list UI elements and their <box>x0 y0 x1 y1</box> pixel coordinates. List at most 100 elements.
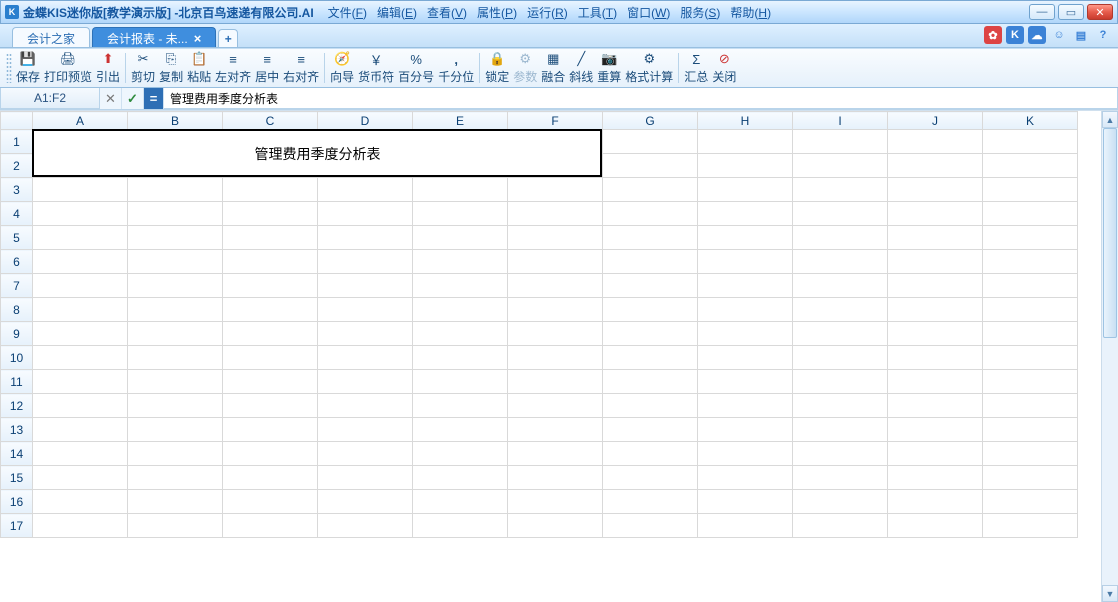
menu-item[interactable]: 服务(S) <box>676 2 724 23</box>
cell[interactable] <box>888 490 983 514</box>
cell[interactable] <box>223 490 318 514</box>
cell[interactable] <box>698 154 793 178</box>
select-all-corner[interactable] <box>1 112 33 130</box>
cell[interactable] <box>128 514 223 538</box>
column-header[interactable]: A <box>33 112 128 130</box>
cell[interactable] <box>698 466 793 490</box>
badge-icon[interactable]: ✿ <box>984 26 1002 44</box>
menu-item[interactable]: 属性(P) <box>473 2 521 23</box>
cell[interactable] <box>33 346 128 370</box>
row-header[interactable]: 6 <box>1 250 33 274</box>
cell[interactable] <box>698 418 793 442</box>
cell[interactable] <box>603 274 698 298</box>
cell[interactable] <box>983 130 1078 154</box>
row-header[interactable]: 8 <box>1 298 33 322</box>
cell[interactable] <box>413 298 508 322</box>
cell[interactable] <box>318 298 413 322</box>
percent-button[interactable]: %百分号 <box>396 49 436 87</box>
cut-button[interactable]: ✂剪切 <box>129 49 157 87</box>
params-button[interactable]: ⚙参数 <box>511 49 539 87</box>
close-button[interactable]: ✕ <box>1087 4 1113 20</box>
cell[interactable] <box>128 250 223 274</box>
cell[interactable] <box>983 466 1078 490</box>
cell[interactable] <box>128 322 223 346</box>
column-header[interactable]: F <box>508 112 603 130</box>
column-header[interactable]: B <box>128 112 223 130</box>
column-header[interactable]: G <box>603 112 698 130</box>
scroll-down-button[interactable]: ▼ <box>1102 585 1118 602</box>
cell[interactable] <box>603 226 698 250</box>
help-icon[interactable]: ? <box>1094 26 1112 44</box>
close-report-button[interactable]: ⊘关闭 <box>710 49 738 87</box>
cell[interactable] <box>318 178 413 202</box>
cell[interactable] <box>508 370 603 394</box>
row-header[interactable]: 12 <box>1 394 33 418</box>
align-left-button[interactable]: ≡左对齐 <box>213 49 253 87</box>
cell[interactable] <box>508 250 603 274</box>
cell[interactable] <box>793 370 888 394</box>
cell[interactable] <box>318 418 413 442</box>
column-header[interactable]: C <box>223 112 318 130</box>
cell[interactable] <box>413 394 508 418</box>
badge-icon[interactable]: K <box>1006 26 1024 44</box>
tab-close-icon[interactable]: × <box>194 32 202 45</box>
cell[interactable] <box>603 250 698 274</box>
cell[interactable] <box>128 370 223 394</box>
cell[interactable] <box>793 322 888 346</box>
menu-item[interactable]: 工具(T) <box>574 2 621 23</box>
cell[interactable] <box>413 370 508 394</box>
cell[interactable] <box>698 346 793 370</box>
cell[interactable] <box>223 250 318 274</box>
format-calc-button[interactable]: ⚙格式计算 <box>623 49 675 87</box>
cell[interactable] <box>698 442 793 466</box>
cell[interactable] <box>603 370 698 394</box>
cell[interactable] <box>508 178 603 202</box>
row-header[interactable]: 9 <box>1 322 33 346</box>
menu-item[interactable]: 帮助(H) <box>726 2 775 23</box>
cell[interactable] <box>793 250 888 274</box>
menu-item[interactable]: 查看(V) <box>423 2 471 23</box>
cell[interactable] <box>33 298 128 322</box>
cell[interactable] <box>223 178 318 202</box>
vertical-scrollbar[interactable]: ▲ ▼ <box>1101 111 1118 602</box>
cell[interactable] <box>888 226 983 250</box>
cell[interactable] <box>33 514 128 538</box>
cell[interactable] <box>128 346 223 370</box>
wizard-button[interactable]: 🧭向导 <box>328 49 356 87</box>
smile-icon[interactable]: ☺ <box>1050 26 1068 44</box>
cell[interactable] <box>698 490 793 514</box>
cell[interactable] <box>888 130 983 154</box>
cell[interactable] <box>698 514 793 538</box>
cell[interactable] <box>793 130 888 154</box>
recalc-button[interactable]: 📷重算 <box>595 49 623 87</box>
cell[interactable] <box>603 130 698 154</box>
cell[interactable] <box>888 370 983 394</box>
cell[interactable] <box>413 346 508 370</box>
cell[interactable] <box>698 274 793 298</box>
cell[interactable] <box>793 466 888 490</box>
cell[interactable] <box>603 466 698 490</box>
cell[interactable] <box>508 346 603 370</box>
cell[interactable] <box>793 418 888 442</box>
cell[interactable] <box>33 178 128 202</box>
cell[interactable] <box>223 226 318 250</box>
cell[interactable] <box>793 298 888 322</box>
cell[interactable] <box>603 178 698 202</box>
cell[interactable] <box>413 274 508 298</box>
cell[interactable] <box>983 274 1078 298</box>
add-tab-button[interactable]: + <box>218 29 238 47</box>
maximize-button[interactable]: ▭ <box>1058 4 1084 20</box>
cell[interactable] <box>603 514 698 538</box>
cell[interactable] <box>33 202 128 226</box>
cell[interactable] <box>888 274 983 298</box>
spreadsheet-grid[interactable]: ABCDEFGHIJK 1管理费用季度分析表234567891011121314… <box>0 111 1078 538</box>
cell[interactable] <box>413 418 508 442</box>
cell[interactable] <box>983 442 1078 466</box>
cell[interactable] <box>318 226 413 250</box>
cell[interactable] <box>508 394 603 418</box>
cell[interactable] <box>793 346 888 370</box>
cell[interactable] <box>983 490 1078 514</box>
cell[interactable] <box>413 514 508 538</box>
column-header[interactable]: E <box>413 112 508 130</box>
cell[interactable] <box>888 394 983 418</box>
